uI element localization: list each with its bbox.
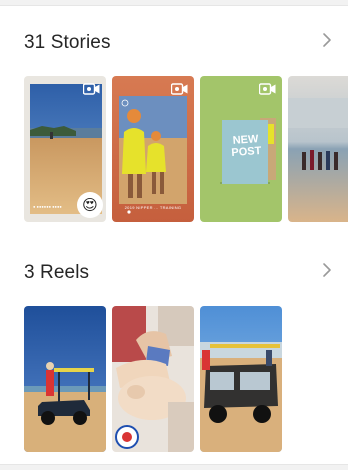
video-camera-icon	[171, 83, 188, 95]
reel-thumbnail-3[interactable]	[200, 306, 282, 452]
reaction-emoji-bubble: 😍	[77, 192, 103, 218]
stories-row: ● ●●●●●● ●●●● 😍 2019 NIPPER ... TRAINING…	[24, 76, 348, 222]
story-thumbnail-2[interactable]: 2019 NIPPER ... TRAINING	[112, 76, 194, 222]
top-divider	[0, 0, 348, 6]
story-thumbnail-1[interactable]: ● ●●●●●● ●●●● 😍	[24, 76, 106, 222]
chevron-right-icon[interactable]	[320, 32, 334, 48]
story-caption: 2019 NIPPER ... TRAINING	[124, 205, 182, 210]
bottom-divider	[0, 464, 348, 470]
new-post-card: NEW POST	[222, 120, 268, 184]
story-thumbnail-4[interactable]	[288, 76, 348, 222]
reels-section-header[interactable]: 3 Reels	[0, 258, 348, 288]
story-image-shore	[288, 76, 348, 222]
story-thumbnail-3[interactable]: NEW POST	[200, 76, 282, 222]
svg-text:● ●●●●●● ●●●●: ● ●●●●●● ●●●●	[33, 204, 62, 209]
reels-row	[24, 306, 348, 452]
chevron-right-icon[interactable]	[320, 262, 334, 278]
new-post-label: NEW POST	[231, 133, 262, 160]
reel-thumbnail-2[interactable]	[112, 306, 194, 452]
reel-thumbnail-1[interactable]	[24, 306, 106, 452]
reels-section-title: 3 Reels	[24, 262, 90, 283]
reel-image-buggy-at-beach	[200, 306, 282, 452]
reel-image-rescue-vehicle	[24, 306, 106, 452]
video-camera-icon	[83, 83, 100, 95]
stories-section-header[interactable]: 31 Stories	[0, 28, 348, 58]
story-image-lifeguards	[112, 76, 194, 222]
video-camera-icon	[259, 83, 276, 95]
club-seal-logo	[115, 425, 139, 449]
stories-section-title: 31 Stories	[24, 32, 111, 53]
